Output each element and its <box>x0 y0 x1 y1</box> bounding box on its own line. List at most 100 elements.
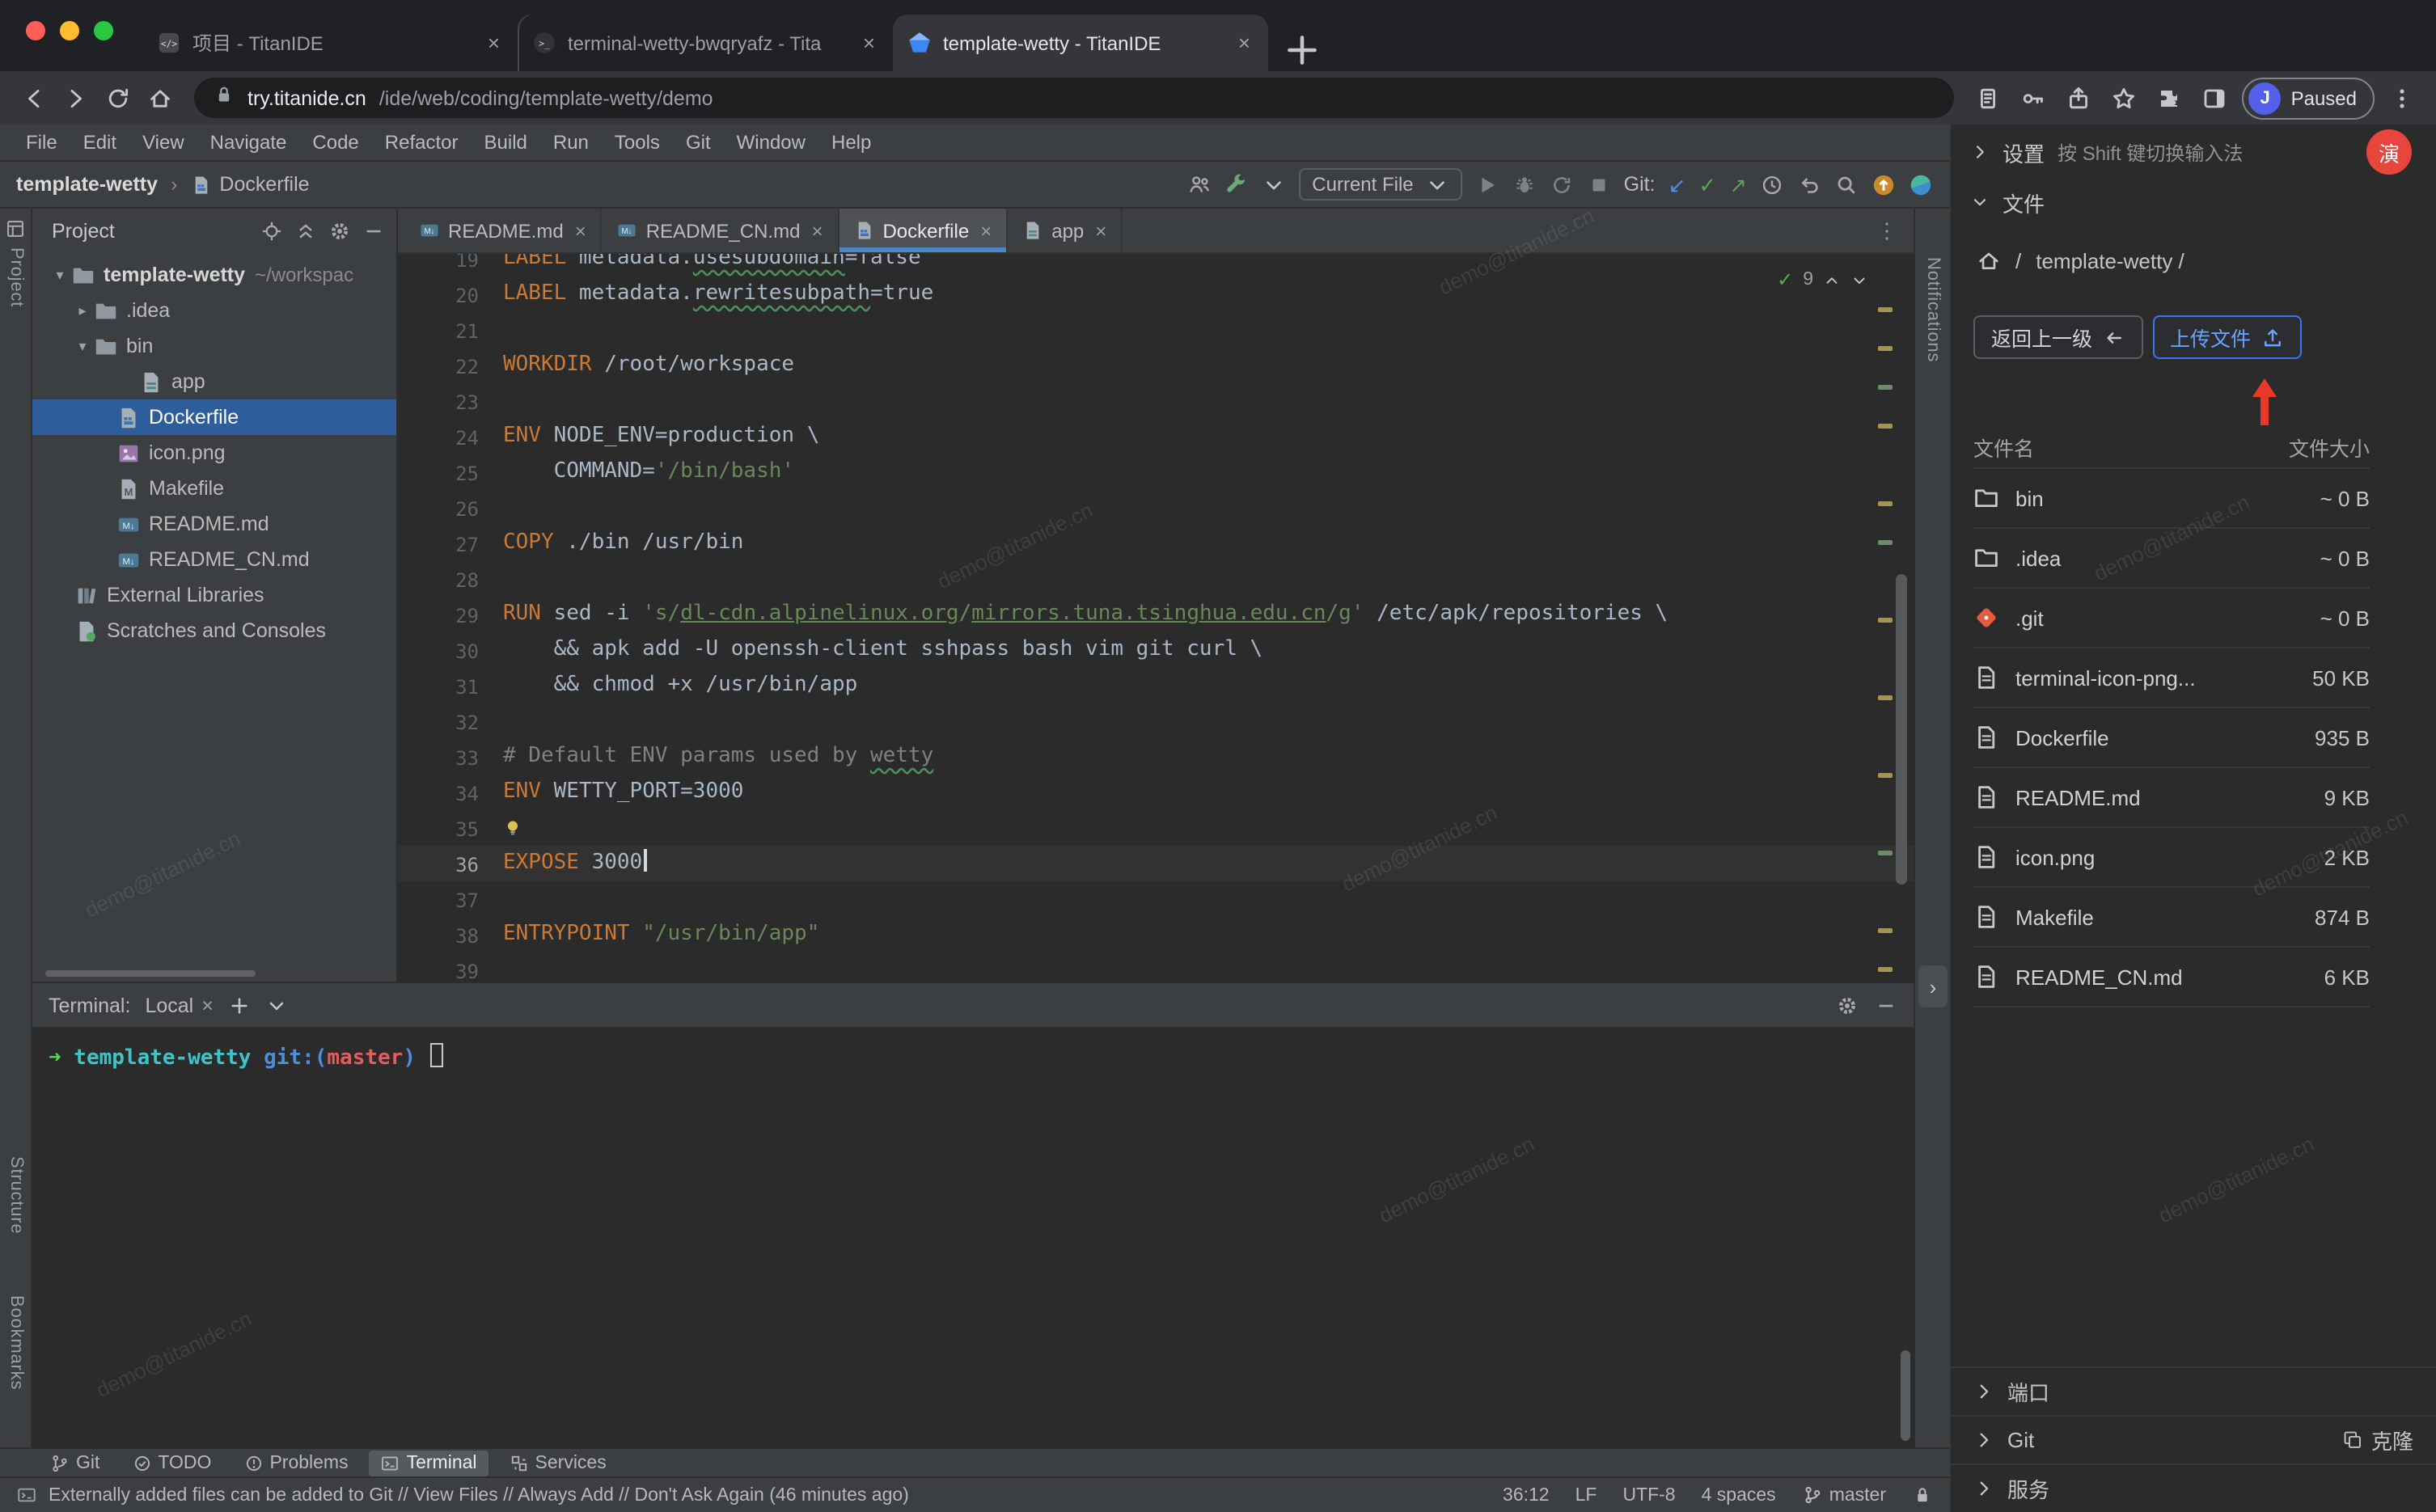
project-tree-item[interactable]: app <box>32 364 396 399</box>
forward-icon[interactable] <box>55 77 97 119</box>
project-tree-item[interactable]: ▾ bin <box>32 328 396 364</box>
menu-refactor[interactable]: Refactor <box>372 131 472 154</box>
tab-close-icon[interactable]: × <box>860 31 878 55</box>
stop-button-icon[interactable] <box>1587 172 1611 196</box>
new-terminal-icon[interactable] <box>228 994 251 1016</box>
upload-file-button[interactable]: 上传文件 <box>2152 315 2302 359</box>
inspections-widget[interactable]: ✓ 9 <box>1777 262 1868 298</box>
tab-close-icon[interactable]: × <box>980 219 992 242</box>
locate-icon[interactable] <box>260 220 283 243</box>
sidebar-panel-icon[interactable] <box>2194 77 2236 119</box>
settings-section-header[interactable]: 设置 按 Shift 键切换输入法 <box>1951 125 2436 179</box>
clone-action[interactable]: 克隆 <box>2342 1425 2413 1455</box>
minimize-window-button[interactable] <box>60 21 79 40</box>
share-icon[interactable] <box>2058 77 2100 119</box>
file-table-row[interactable]: .idea ~ 0 B <box>1973 529 2370 589</box>
file-encoding[interactable]: UTF-8 <box>1622 1485 1675 1505</box>
tree-chevron-icon[interactable]: ▾ <box>71 337 94 355</box>
tool-strip-bookmarks[interactable]: Bookmarks <box>6 1295 26 1390</box>
tool-strip-project[interactable]: Project <box>6 247 26 307</box>
profile-avatar[interactable]: J <box>2248 82 2282 114</box>
tool-strip-notifications[interactable]: Notifications <box>1923 257 1943 362</box>
editor-code-area[interactable]: 19 LABEL metadata.usesubdomain=false 20 LAB… <box>398 254 1914 982</box>
search-everywhere-icon[interactable] <box>1834 172 1859 196</box>
menu-build[interactable]: Build <box>472 131 540 154</box>
toolwindow-git[interactable]: Git <box>39 1450 111 1476</box>
project-tree-item[interactable]: External Libraries <box>32 577 396 613</box>
caret-position[interactable]: 36:12 <box>1503 1485 1550 1505</box>
tree-chevron-icon[interactable]: ▸ <box>71 302 94 319</box>
git-push-icon[interactable]: ↗ <box>1729 174 1747 195</box>
readonly-lock-icon[interactable] <box>1912 1485 1933 1506</box>
git-commit-icon[interactable]: ✓ <box>1698 174 1716 195</box>
back-to-parent-button[interactable]: 返回上一级 <box>1973 315 2143 359</box>
tool-strip-structure[interactable]: Structure <box>6 1156 26 1234</box>
toolwindow-terminal[interactable]: Terminal <box>369 1450 488 1476</box>
project-tree-item[interactable]: ▸ .idea <box>32 293 396 328</box>
menu-view[interactable]: View <box>129 131 197 154</box>
run-config-selector[interactable]: Current File <box>1299 168 1462 201</box>
tools-wrench-icon[interactable] <box>1224 172 1249 196</box>
terminal-console[interactable]: ➜ template-wetty git:(master) <box>32 1028 1914 1447</box>
new-tab-button[interactable] <box>1281 29 1323 71</box>
back-icon[interactable] <box>13 77 55 119</box>
file-table-row[interactable]: terminal-icon-png... 50 KB <box>1973 648 2370 708</box>
menu-code[interactable]: Code <box>299 131 371 154</box>
file-table-row[interactable]: bin ~ 0 B <box>1973 469 2370 529</box>
menu-git[interactable]: Git <box>673 131 724 154</box>
project-tree-item[interactable]: Dockerfile <box>32 399 396 435</box>
toolwindow-services[interactable]: Services <box>498 1450 618 1476</box>
browser-tab[interactable]: >_ terminal-wetty-bwqryafz - Tita × <box>518 15 893 71</box>
breadcrumb-project[interactable]: template-wetty <box>16 173 158 196</box>
extensions-puzzle-icon[interactable] <box>2149 77 2191 119</box>
prev-issue-chevron-icon[interactable] <box>1823 271 1841 289</box>
status-message[interactable]: Externally added files can be added to G… <box>49 1485 909 1505</box>
run-button-icon[interactable] <box>1475 172 1499 196</box>
project-tree-item[interactable]: Scratches and Consoles <box>32 613 396 648</box>
file-table-row[interactable]: .git ~ 0 B <box>1973 589 2370 648</box>
editor-tab[interactable]: Dockerfile × <box>839 209 1009 252</box>
editor-tab[interactable]: app × <box>1008 209 1123 252</box>
demo-badge[interactable]: 演 <box>2366 129 2412 175</box>
tab-close-icon[interactable]: × <box>1235 31 1254 55</box>
debug-button-icon[interactable] <box>1512 172 1537 196</box>
menu-window[interactable]: Window <box>724 131 818 154</box>
update-available-icon[interactable] <box>1871 172 1896 196</box>
address-bar[interactable]: try.titanide.cn/ide/web/coding/template-… <box>194 78 1955 118</box>
key-icon[interactable] <box>2013 77 2055 119</box>
breadcrumb-path[interactable]: template-wetty / <box>2036 248 2184 272</box>
home-icon[interactable] <box>139 77 181 119</box>
terminal-dropdown-chevron-icon[interactable] <box>265 994 288 1016</box>
terminal-settings-gear-icon[interactable] <box>1836 994 1859 1016</box>
terminal-minimize-icon[interactable] <box>1875 994 1897 1016</box>
files-section-header[interactable]: 文件 <box>1951 179 2436 225</box>
tab-close-icon[interactable]: × <box>1095 219 1106 242</box>
project-tree-item[interactable]: M Makefile <box>32 471 396 506</box>
hide-panel-icon[interactable] <box>362 220 385 243</box>
browser-menu-icon[interactable] <box>2381 77 2423 119</box>
reload-icon[interactable] <box>97 77 139 119</box>
history-icon[interactable] <box>1760 172 1784 196</box>
intention-bulb-icon[interactable] <box>503 815 522 839</box>
indent-setting[interactable]: 4 spaces <box>1702 1485 1776 1505</box>
bookmark-star-icon[interactable] <box>2104 77 2146 119</box>
settings-gear-icon[interactable] <box>328 220 351 243</box>
section-端口[interactable]: 端口 <box>1951 1366 2436 1415</box>
terminal-tab-local[interactable]: Local × <box>145 994 213 1016</box>
toolwindow-todo[interactable]: TODO <box>121 1450 222 1476</box>
git-branch-widget[interactable]: master <box>1802 1485 1886 1506</box>
line-separator[interactable]: LF <box>1575 1485 1597 1505</box>
maximize-window-button[interactable] <box>94 21 113 40</box>
git-update-icon[interactable]: ↙ <box>1668 174 1686 195</box>
project-panel-title[interactable]: Project <box>52 220 115 243</box>
next-issue-chevron-icon[interactable] <box>1850 271 1868 289</box>
section-服务[interactable]: 服务 <box>1951 1463 2436 1512</box>
tab-close-icon[interactable]: × <box>811 219 823 242</box>
close-window-button[interactable] <box>26 21 45 40</box>
clipboard-icon[interactable] <box>1968 77 2010 119</box>
browser-tab[interactable]: template-wetty - TitanIDE × <box>893 15 1268 71</box>
home-icon[interactable] <box>1977 248 2001 272</box>
browser-tab[interactable]: </> 项目 - TitanIDE × <box>142 15 518 71</box>
rollback-icon[interactable] <box>1797 172 1821 196</box>
file-table-row[interactable]: README.md 9 KB <box>1973 768 2370 828</box>
